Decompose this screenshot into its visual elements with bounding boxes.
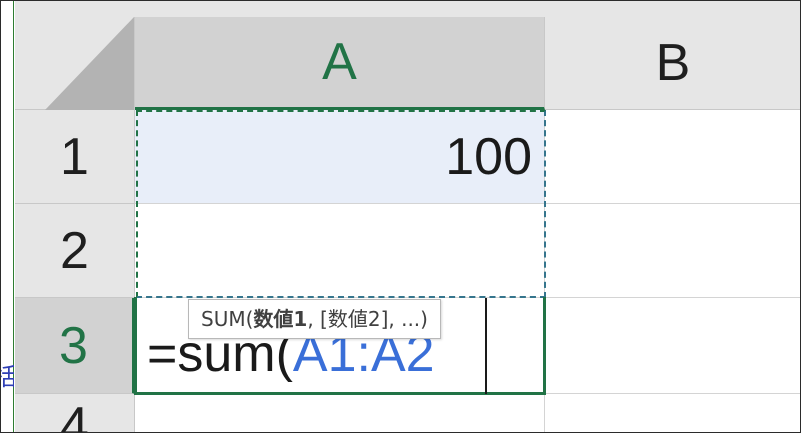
cell-a4[interactable] (135, 394, 545, 432)
select-all-triangle-icon (45, 17, 134, 110)
function-argument-tooltip[interactable]: SUM(数値1, [数値2], ...) (188, 299, 441, 339)
left-edge-glyph: 括 (1, 363, 14, 391)
row-header-4[interactable]: 4 (15, 394, 135, 432)
row-header-3[interactable]: 3 (15, 298, 135, 394)
cell-a2[interactable] (135, 204, 545, 298)
text-caret (485, 298, 487, 394)
tooltip-remaining-arguments: , [数値2], ...) (307, 307, 428, 331)
cell-b2[interactable] (545, 204, 800, 298)
row-header-2[interactable]: 2 (15, 204, 135, 298)
header-top-strip (15, 1, 800, 17)
cell-b1[interactable] (545, 110, 800, 204)
column-header-b[interactable]: B (545, 17, 800, 110)
row-header-1[interactable]: 1 (15, 110, 135, 204)
tooltip-function-name[interactable]: SUM( (201, 307, 253, 331)
column-header-a[interactable]: A (135, 17, 545, 110)
cell-b4[interactable] (545, 394, 800, 432)
cell-b3[interactable] (545, 298, 800, 394)
cell-a1[interactable]: 100 (135, 110, 545, 204)
spreadsheet-window: 括 A B 1 2 3 4 100 =sum(A1:A2 SUM(数値1, [数… (0, 0, 801, 433)
tooltip-current-argument[interactable]: 数値1 (253, 307, 307, 331)
